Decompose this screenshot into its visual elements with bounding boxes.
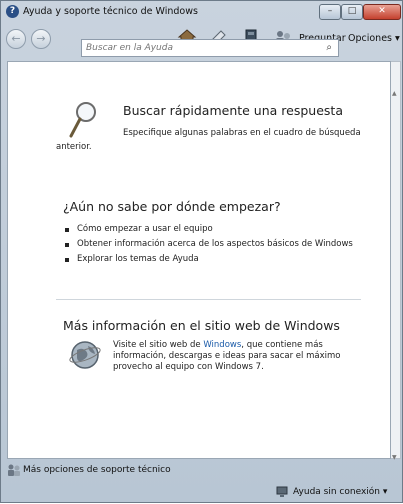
more-info-text-pre: Visite el sitio web de [113,340,204,350]
list-item-start-using[interactable]: Cómo empezar a usar el equipo [63,224,353,235]
search-input[interactable] [86,42,306,54]
help-content: Buscar rápidamente una respuesta Especif… [7,61,391,459]
maximize-button[interactable]: □ [341,4,363,20]
divider [56,299,361,300]
chevron-down-icon: ▾ [395,33,400,44]
chevron-down-icon: ▾ [382,487,388,497]
list-item-windows-basics[interactable]: Obtener información acerca de los aspect… [63,239,353,250]
more-support-options-link[interactable]: Más opciones de soporte técnico [23,465,171,475]
window-title: Ayuda y soporte técnico de Windows [23,6,198,17]
windows-website-link[interactable]: Windows [203,340,241,350]
more-info-heading: Más información en el sitio web de Windo… [63,318,340,333]
vertical-scrollbar[interactable]: ▲ ▼ [391,61,401,461]
title-bar[interactable]: ? Ayuda y soporte técnico de Windows – □… [1,1,402,23]
status-bar: Más opciones de soporte técnico Ayuda si… [1,459,402,504]
more-info-text: Visite el sitio web de Windows, que cont… [113,340,343,373]
forward-arrow-icon: → [36,32,46,45]
help-icon: ? [6,5,19,18]
getting-started-heading: ¿Aún no sabe por dónde empezar? [63,199,281,214]
quick-answer-text-cont: anterior. [56,142,92,152]
close-button[interactable]: ✕ [363,4,401,20]
quick-answer-text: Especifique algunas palabras en el cuadr… [123,128,361,138]
globe-icon [69,341,101,369]
back-arrow-icon: ← [11,32,21,45]
back-button[interactable]: ← [6,29,26,49]
list-item-browse-topics[interactable]: Explorar los temas de Ayuda [63,254,353,265]
quick-answer-heading: Buscar rápidamente una respuesta [123,103,343,118]
offline-help-menu[interactable]: Ayuda sin conexión ▾ [293,487,387,497]
offline-help-label: Ayuda sin conexión [293,487,380,497]
options-label: Opciones [348,33,392,44]
options-menu[interactable]: Opciones ▾ [348,33,400,44]
support-icon [8,464,20,476]
scroll-up-icon[interactable]: ▲ [392,90,397,97]
offline-help-icon [276,486,288,497]
search-icon[interactable]: ⌕ [326,42,332,53]
search-box[interactable]: ⌕ [81,39,339,57]
magnifier-icon [69,102,96,138]
minimize-button[interactable]: – [319,4,341,20]
help-window: ? Ayuda y soporte técnico de Windows – □… [0,0,403,503]
getting-started-list: Cómo empezar a usar el equipo Obtener in… [63,224,353,269]
forward-button[interactable]: → [31,29,51,49]
